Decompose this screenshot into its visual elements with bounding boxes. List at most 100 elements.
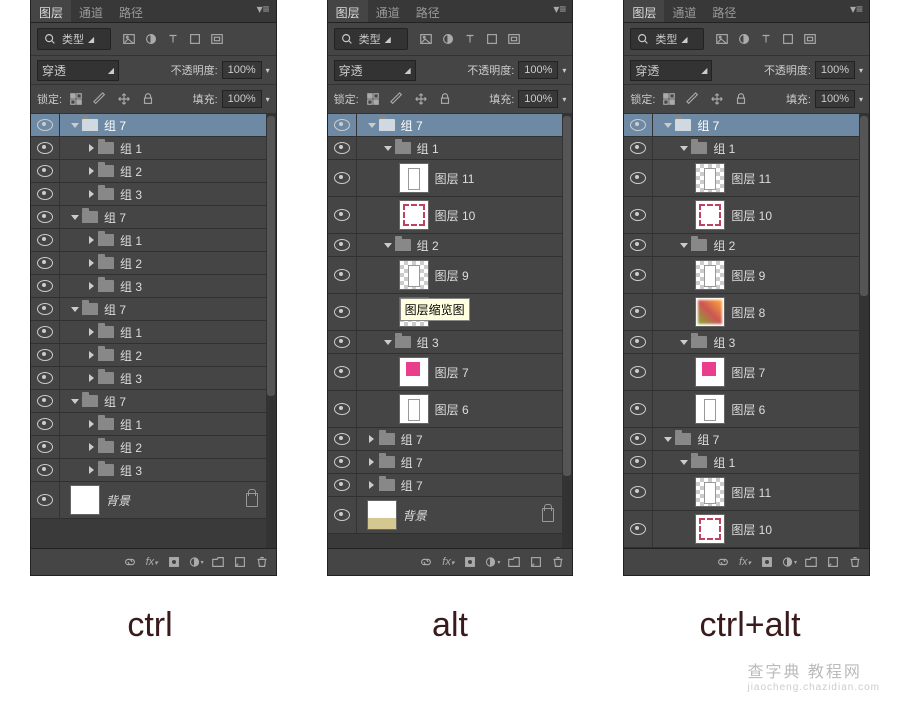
twisty-icon[interactable] [679, 240, 689, 250]
twisty-icon[interactable] [86, 327, 96, 337]
group-name[interactable]: 组 7 [104, 117, 126, 134]
layer-row[interactable]: 组 1 [624, 451, 859, 474]
delete-icon[interactable] [550, 554, 566, 570]
group-name[interactable]: 组 7 [401, 431, 423, 448]
twisty-icon[interactable] [663, 434, 673, 444]
link-layers-icon[interactable] [122, 554, 138, 570]
layer-row[interactable]: 组 7 [328, 114, 563, 137]
fill-caret-icon[interactable]: ▾ [859, 95, 863, 104]
twisty-icon[interactable] [86, 350, 96, 360]
opacity-input[interactable]: 100% [815, 61, 855, 79]
layer-row[interactable]: 组 7 [624, 428, 859, 451]
visibility-toggle[interactable] [31, 183, 60, 205]
group-name[interactable]: 组 3 [120, 278, 142, 295]
layer-row[interactable]: 图层 8 [624, 294, 859, 331]
layer-name[interactable]: 图层 11 [731, 170, 771, 187]
layer-name[interactable]: 图层 11 [731, 484, 771, 501]
visibility-toggle[interactable] [328, 451, 357, 473]
lock-trans-icon[interactable] [66, 89, 86, 109]
tab-layers[interactable]: 图层 [328, 0, 368, 22]
twisty-icon[interactable] [86, 281, 96, 291]
filter-smart-icon[interactable] [207, 29, 227, 49]
filter-text-icon[interactable] [163, 29, 183, 49]
twisty-icon[interactable] [679, 143, 689, 153]
adjustment-icon[interactable]: ▾ [188, 554, 204, 570]
visibility-toggle[interactable] [31, 229, 60, 251]
blend-mode-select[interactable]: 穿透◢ [630, 60, 712, 81]
opacity-input[interactable]: 100% [222, 61, 262, 79]
visibility-toggle[interactable] [624, 428, 653, 450]
layer-name[interactable]: 图层 7 [731, 364, 765, 381]
layer-row[interactable]: 组 7 [328, 474, 563, 497]
filter-image-icon[interactable] [119, 29, 139, 49]
twisty-icon[interactable] [663, 120, 673, 130]
visibility-toggle[interactable] [624, 391, 653, 427]
filter-shape-icon[interactable] [778, 29, 798, 49]
visibility-toggle[interactable] [624, 160, 653, 196]
visibility-toggle[interactable] [31, 114, 60, 136]
layer-name[interactable]: 图层 9 [731, 267, 765, 284]
filter-smart-icon[interactable] [800, 29, 820, 49]
visibility-toggle[interactable] [624, 474, 653, 510]
layer-row[interactable]: 组 7 [31, 206, 266, 229]
fill-caret-icon[interactable]: ▾ [266, 95, 270, 104]
twisty-icon[interactable] [86, 465, 96, 475]
visibility-toggle[interactable] [31, 206, 60, 228]
visibility-toggle[interactable] [328, 234, 357, 256]
blend-mode-select[interactable]: 穿透◢ [334, 60, 416, 81]
twisty-icon[interactable] [86, 235, 96, 245]
layer-row[interactable]: 组 1 [31, 229, 266, 252]
group-name[interactable]: 组 2 [120, 439, 142, 456]
layer-row[interactable]: 组 1 [624, 137, 859, 160]
tab-paths[interactable]: 路径 [408, 0, 448, 22]
opacity-caret-icon[interactable]: ▾ [859, 66, 863, 75]
visibility-toggle[interactable] [328, 428, 357, 450]
visibility-toggle[interactable] [624, 331, 653, 353]
link-layers-icon[interactable] [418, 554, 434, 570]
visibility-toggle[interactable] [31, 252, 60, 274]
group-name[interactable]: 组 7 [697, 117, 719, 134]
group-name[interactable]: 组 1 [417, 140, 439, 157]
mask-icon[interactable] [166, 554, 182, 570]
twisty-icon[interactable] [86, 143, 96, 153]
visibility-toggle[interactable] [624, 354, 653, 390]
tab-paths[interactable]: 路径 [704, 0, 744, 22]
filter-shape-icon[interactable] [482, 29, 502, 49]
lock-move-icon[interactable] [707, 89, 727, 109]
visibility-toggle[interactable] [624, 137, 653, 159]
layer-row[interactable]: 图层 9 [328, 257, 563, 294]
layer-row[interactable]: 组 7 [328, 428, 563, 451]
visibility-toggle[interactable] [624, 114, 653, 136]
layer-row[interactable]: 图层 11 [624, 160, 859, 197]
layer-name[interactable]: 图层 6 [435, 401, 469, 418]
layer-row[interactable]: 组 7 [31, 390, 266, 413]
group-name[interactable]: 组 7 [401, 454, 423, 471]
visibility-toggle[interactable] [624, 197, 653, 233]
filter-image-icon[interactable] [712, 29, 732, 49]
group-name[interactable]: 组 2 [417, 237, 439, 254]
scrollbar[interactable] [859, 114, 869, 548]
visibility-toggle[interactable] [31, 459, 60, 481]
opacity-caret-icon[interactable]: ▾ [266, 66, 270, 75]
lock-trans-icon[interactable] [659, 89, 679, 109]
twisty-icon[interactable] [367, 480, 377, 490]
twisty-icon[interactable] [383, 143, 393, 153]
filter-adjust-icon[interactable] [141, 29, 161, 49]
layer-row[interactable]: 组 3 [31, 367, 266, 390]
layer-row[interactable]: 组 3 [328, 331, 563, 354]
new-layer-icon[interactable] [232, 554, 248, 570]
background-name[interactable]: 背景 [106, 492, 130, 509]
tab-layers[interactable]: 图层 [624, 0, 664, 22]
twisty-icon[interactable] [86, 442, 96, 452]
layer-row[interactable]: 图层 7 [624, 354, 859, 391]
twisty-icon[interactable] [70, 396, 80, 406]
layer-row[interactable]: 图层 6 [624, 391, 859, 428]
layer-row[interactable]: 组 2 [31, 252, 266, 275]
opacity-input[interactable]: 100% [518, 61, 558, 79]
layer-row[interactable]: 图层缩览图 [328, 294, 563, 331]
filter-text-icon[interactable] [756, 29, 776, 49]
lock-trans-icon[interactable] [363, 89, 383, 109]
filter-type-select[interactable]: 类型 ◢ [37, 28, 111, 50]
panel-menu-icon[interactable]: ▾≡ [547, 0, 572, 22]
fill-input[interactable]: 100% [518, 90, 558, 108]
